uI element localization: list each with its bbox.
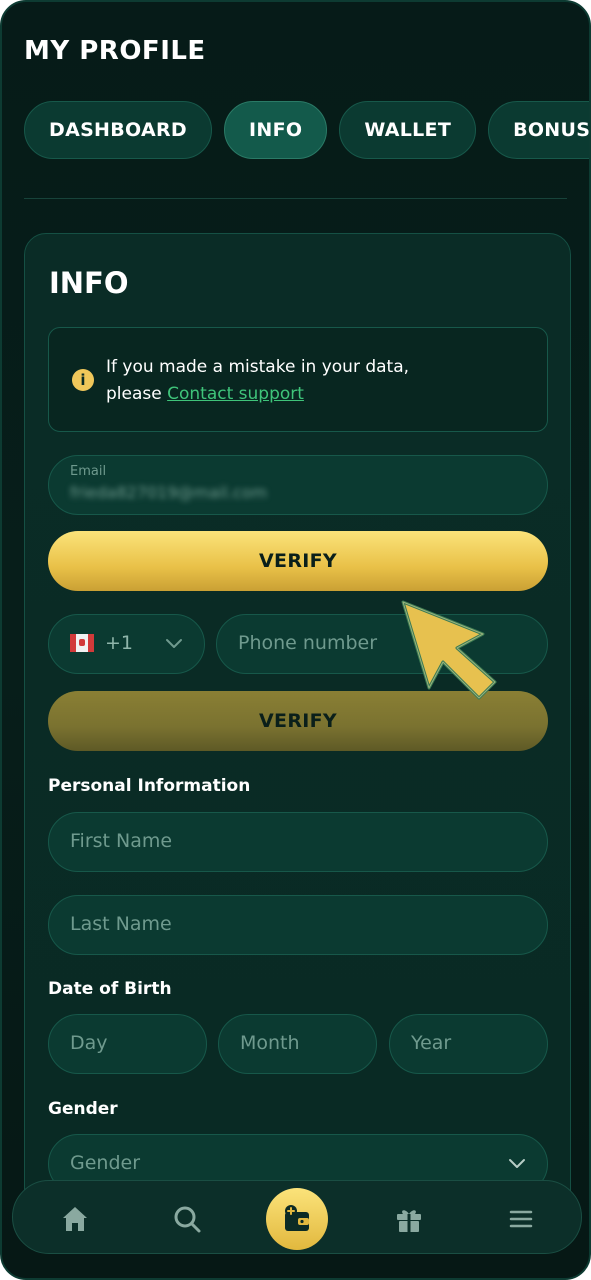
notice-line2-prefix: please (106, 384, 168, 404)
bottom-nav (12, 1180, 582, 1254)
gender-label: Gender (48, 1099, 118, 1119)
dob-label: Date of Birth (48, 979, 172, 999)
card-title: INFO (49, 266, 129, 300)
first-name-input[interactable]: First Name (48, 812, 548, 872)
notice-text: If you made a mistake in your data, plea… (106, 354, 409, 408)
verify-email-button[interactable]: VERIFY (48, 531, 548, 591)
tab-info[interactable]: INFO (224, 101, 328, 159)
last-name-input[interactable]: Last Name (48, 895, 548, 955)
canada-flag-icon (70, 634, 94, 652)
notice-line1: If you made a mistake in your data, (106, 357, 410, 377)
gender-placeholder: Gender (70, 1152, 141, 1174)
search-icon[interactable] (169, 1201, 205, 1237)
support-notice: i If you made a mistake in your data, pl… (48, 327, 548, 432)
month-select[interactable]: Month (218, 1014, 377, 1074)
tab-bonuses[interactable]: BONUSES (488, 101, 589, 159)
personal-info-label: Personal Information (48, 776, 251, 796)
email-value: frieda827019@mail.com (70, 483, 268, 502)
gift-icon[interactable] (391, 1201, 427, 1237)
year-placeholder: Year (411, 1032, 452, 1054)
tab-wallet[interactable]: WALLET (339, 101, 477, 159)
info-card: INFO i If you made a mistake in your dat… (24, 233, 571, 1233)
phone-screen: MY PROFILE DASHBOARD INFO WALLET BONUSES… (0, 0, 591, 1280)
country-code: +1 (105, 632, 134, 654)
chevron-down-icon (166, 639, 182, 648)
divider (24, 198, 567, 199)
year-select[interactable]: Year (389, 1014, 548, 1074)
day-placeholder: Day (70, 1032, 108, 1054)
page-title: MY PROFILE (24, 36, 206, 66)
tab-dashboard[interactable]: DASHBOARD (24, 101, 212, 159)
email-label: Email (70, 464, 107, 479)
country-code-select[interactable]: +1 (48, 614, 205, 674)
wallet-icon[interactable] (266, 1188, 328, 1250)
contact-support-link[interactable]: Contact support (167, 384, 304, 404)
phone-placeholder: Phone number (238, 632, 378, 654)
home-icon[interactable] (57, 1201, 93, 1237)
chevron-down-icon (509, 1159, 525, 1168)
pointer-cursor-icon (401, 600, 497, 700)
email-field[interactable]: Email frieda827019@mail.com (48, 455, 548, 515)
profile-tabs: DASHBOARD INFO WALLET BONUSES (24, 101, 589, 161)
first-name-placeholder: First Name (70, 830, 173, 852)
month-placeholder: Month (240, 1032, 300, 1054)
day-select[interactable]: Day (48, 1014, 207, 1074)
last-name-placeholder: Last Name (70, 913, 172, 935)
info-icon: i (72, 369, 94, 391)
menu-icon[interactable] (503, 1201, 539, 1237)
